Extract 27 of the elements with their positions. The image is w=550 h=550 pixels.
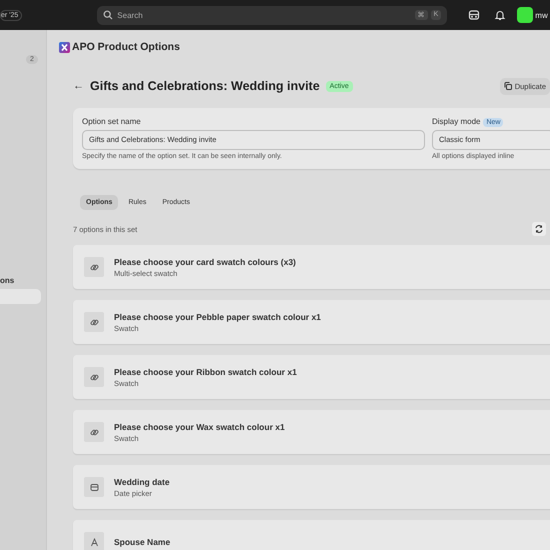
option-title: Please choose your card swatch colours (x3) xyxy=(114,256,296,266)
text-type-icon xyxy=(90,538,98,546)
option-title: Spouse Name xyxy=(114,537,170,547)
copy-icon xyxy=(504,82,512,90)
link-icon xyxy=(90,428,98,436)
page-title: Gifts and Celebrations: Wedding invite xyxy=(90,79,320,93)
link-icon xyxy=(90,372,98,382)
option-title: Please choose your Pebble paper swatch colour x1 xyxy=(114,312,321,322)
option-title: Wedding date xyxy=(114,476,170,486)
avatar[interactable] xyxy=(517,7,534,23)
option-card[interactable]: Spouse Name xyxy=(73,520,550,550)
app-title: APO Product Options xyxy=(72,41,180,53)
sync-button[interactable] xyxy=(532,222,546,236)
calendar-icon xyxy=(90,482,98,492)
user-name[interactable]: mw xyxy=(535,10,548,20)
option-title: Please choose your Ribbon swatch colour x1 xyxy=(114,366,297,376)
back-button[interactable]: ← xyxy=(73,80,84,92)
bell-icon[interactable] xyxy=(494,9,506,21)
sync-icon xyxy=(535,225,543,233)
app-logo-icon xyxy=(59,42,70,52)
link-icon xyxy=(90,318,98,326)
link-icon xyxy=(90,262,98,272)
sidebar-heading: ons xyxy=(0,276,14,285)
field-label: Option set name xyxy=(82,116,142,128)
mask-icon[interactable] xyxy=(468,9,480,21)
field-label: Display mode xyxy=(432,116,480,128)
option-title: Please choose your Wax swatch colour x1 xyxy=(114,422,285,432)
